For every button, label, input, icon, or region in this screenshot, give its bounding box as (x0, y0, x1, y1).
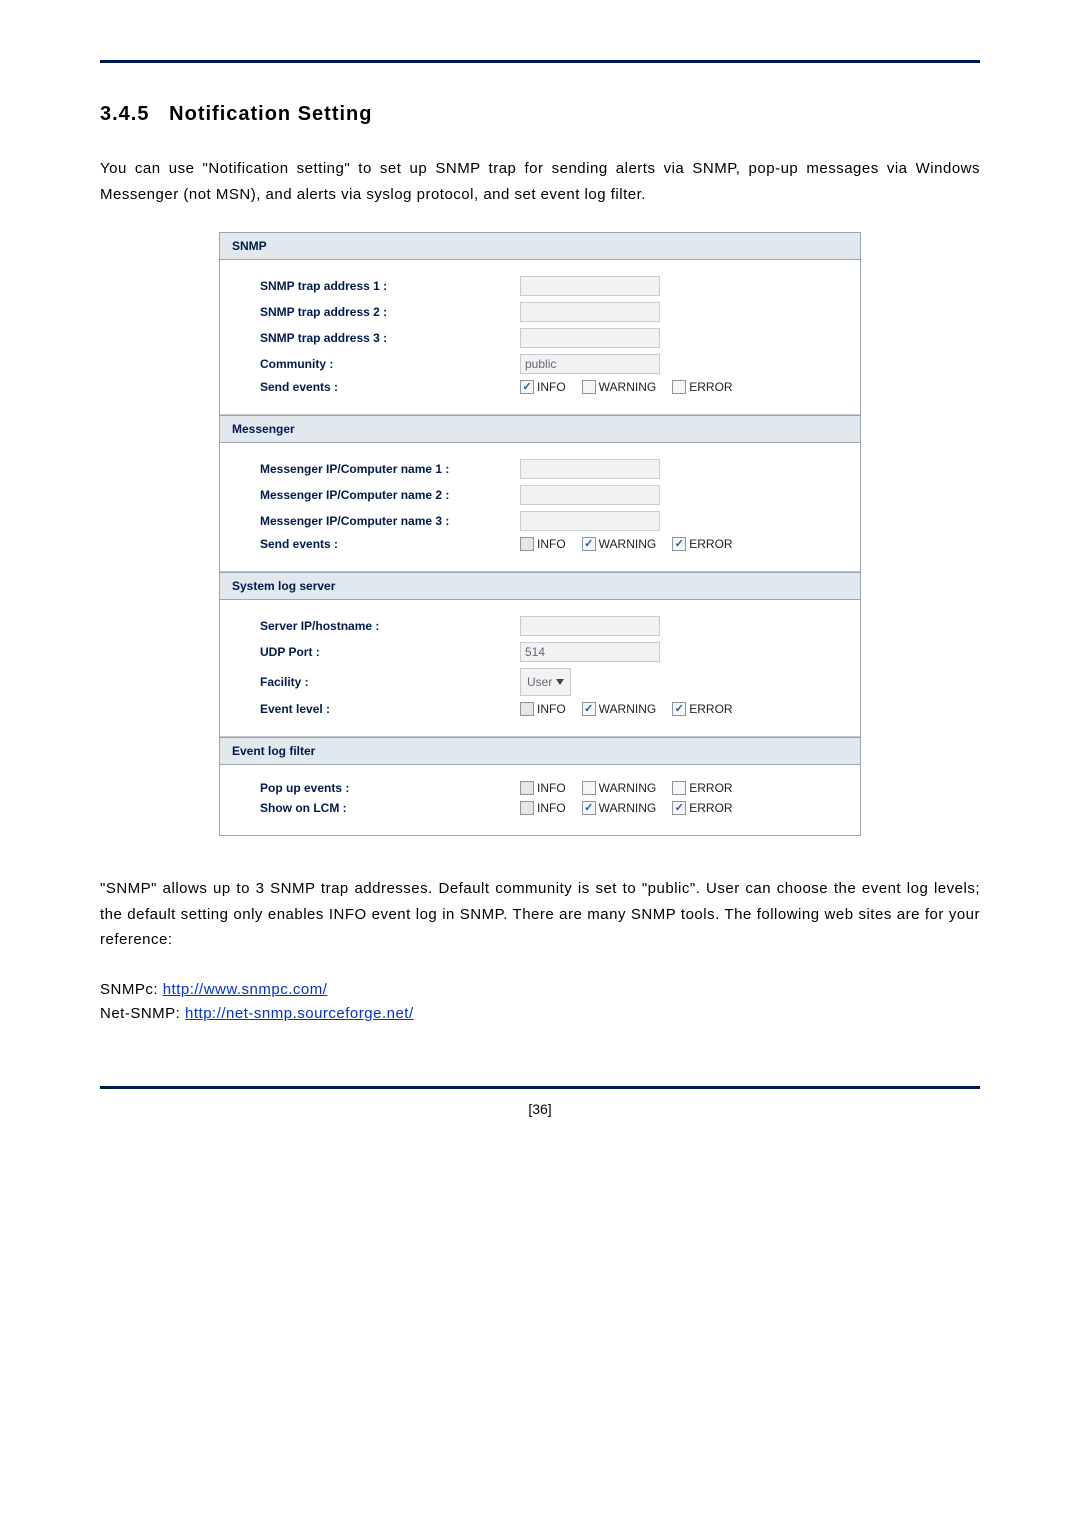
filter-lcm-row: Show on LCM : INFO WARNING ERROR (260, 801, 846, 815)
snmp-addr2-input[interactable] (520, 302, 660, 322)
syslog-port-input[interactable] (520, 642, 660, 662)
syslog-host-label: Server IP/hostname : (260, 619, 520, 633)
syslog-warn-checkbox[interactable] (582, 702, 596, 716)
syslog-event-label: Event level : (260, 702, 520, 716)
snmp-send-row: Send events : INFO WARNING ERROR (260, 380, 846, 394)
msgr-send-label: Send events : (260, 537, 520, 551)
snmp-header: SNMP (220, 233, 860, 260)
chevron-down-icon (556, 679, 564, 685)
msgr-info-checkbox[interactable] (520, 537, 534, 551)
syslog-host-row: Server IP/hostname : (260, 616, 846, 636)
snmp-addr3-label: SNMP trap address 3 : (260, 331, 520, 345)
snmp-err-checkbox[interactable] (672, 380, 686, 394)
section-heading: 3.4.5 Notification Setting (100, 103, 980, 126)
popup-info-text: INFO (537, 781, 566, 795)
snmp-info-text: INFO (537, 380, 566, 394)
syslog-body: Server IP/hostname : UDP Port : Facility… (220, 600, 860, 737)
msgr-send-row: Send events : INFO WARNING ERROR (260, 537, 846, 551)
reference-links: SNMPc: http://www.snmpc.com/ Net-SNMP: h… (100, 978, 980, 1026)
syslog-facility-value: User (527, 675, 552, 689)
messenger-header: Messenger (220, 415, 860, 443)
snmp-community-input[interactable] (520, 354, 660, 374)
lcm-err-text: ERROR (689, 801, 732, 815)
popup-info-checkbox[interactable] (520, 781, 534, 795)
filter-popup-label: Pop up events : (260, 781, 520, 795)
lcm-warn-text: WARNING (599, 801, 657, 815)
messenger-body: Messenger IP/Computer name 1 : Messenger… (220, 443, 860, 572)
lcm-info-text: INFO (537, 801, 566, 815)
outro-paragraph: "SNMP" allows up to 3 SNMP trap addresse… (100, 876, 980, 953)
msgr-ip1-input[interactable] (520, 459, 660, 479)
msgr-info-text: INFO (537, 537, 566, 551)
syslog-port-row: UDP Port : (260, 642, 846, 662)
syslog-header: System log server (220, 572, 860, 600)
syslog-err-checkbox[interactable] (672, 702, 686, 716)
snmp-community-label: Community : (260, 357, 520, 371)
snmp-warn-text: WARNING (599, 380, 657, 394)
filter-header: Event log filter (220, 737, 860, 765)
msgr-err-checkbox[interactable] (672, 537, 686, 551)
netsnmp-link[interactable]: http://net-snmp.sourceforge.net/ (185, 1005, 414, 1022)
section-title-text: Notification Setting (169, 103, 372, 125)
snmp-addr2-label: SNMP trap address 2 : (260, 305, 520, 319)
syslog-event-row: Event level : INFO WARNING ERROR (260, 702, 846, 716)
msgr-ip2-input[interactable] (520, 485, 660, 505)
top-rule (100, 60, 980, 63)
msgr-ip3-input[interactable] (520, 511, 660, 531)
bottom-rule (100, 1086, 980, 1089)
lcm-warn-checkbox[interactable] (582, 801, 596, 815)
notification-settings-panel: SNMP SNMP trap address 1 : SNMP trap add… (219, 232, 861, 836)
msgr-warn-text: WARNING (599, 537, 657, 551)
snmp-addr1-label: SNMP trap address 1 : (260, 279, 520, 293)
msgr-ip2-row: Messenger IP/Computer name 2 : (260, 485, 846, 505)
msgr-ip3-row: Messenger IP/Computer name 3 : (260, 511, 846, 531)
msgr-ip3-label: Messenger IP/Computer name 3 : (260, 514, 520, 528)
syslog-err-text: ERROR (689, 702, 732, 716)
snmp-body: SNMP trap address 1 : SNMP trap address … (220, 260, 860, 415)
popup-err-text: ERROR (689, 781, 732, 795)
intro-paragraph: You can use "Notification setting" to se… (100, 156, 980, 207)
snmp-community-row: Community : (260, 354, 846, 374)
filter-lcm-label: Show on LCM : (260, 801, 520, 815)
section-number: 3.4.5 (100, 103, 149, 125)
syslog-info-text: INFO (537, 702, 566, 716)
snmp-info-checkbox[interactable] (520, 380, 534, 394)
popup-warn-checkbox[interactable] (582, 781, 596, 795)
syslog-info-checkbox[interactable] (520, 702, 534, 716)
msgr-err-text: ERROR (689, 537, 732, 551)
snmp-err-text: ERROR (689, 380, 732, 394)
snmp-addr1-row: SNMP trap address 1 : (260, 276, 846, 296)
snmpc-link[interactable]: http://www.snmpc.com/ (163, 981, 328, 998)
snmp-addr1-input[interactable] (520, 276, 660, 296)
filter-body: Pop up events : INFO WARNING ERROR Show … (220, 765, 860, 835)
page-number: [36] (100, 1101, 980, 1157)
snmp-addr2-row: SNMP trap address 2 : (260, 302, 846, 322)
msgr-warn-checkbox[interactable] (582, 537, 596, 551)
syslog-facility-select[interactable]: User (520, 668, 571, 696)
syslog-facility-row: Facility : User (260, 668, 846, 696)
msgr-ip1-row: Messenger IP/Computer name 1 : (260, 459, 846, 479)
syslog-host-input[interactable] (520, 616, 660, 636)
syslog-facility-label: Facility : (260, 675, 520, 689)
syslog-warn-text: WARNING (599, 702, 657, 716)
syslog-port-label: UDP Port : (260, 645, 520, 659)
popup-err-checkbox[interactable] (672, 781, 686, 795)
lcm-err-checkbox[interactable] (672, 801, 686, 815)
ref1-label: SNMPc: (100, 981, 158, 998)
snmp-send-label: Send events : (260, 380, 520, 394)
lcm-info-checkbox[interactable] (520, 801, 534, 815)
msgr-ip1-label: Messenger IP/Computer name 1 : (260, 462, 520, 476)
snmp-addr3-input[interactable] (520, 328, 660, 348)
filter-popup-row: Pop up events : INFO WARNING ERROR (260, 781, 846, 795)
snmp-warn-checkbox[interactable] (582, 380, 596, 394)
snmp-addr3-row: SNMP trap address 3 : (260, 328, 846, 348)
ref2-label: Net-SNMP: (100, 1005, 180, 1022)
popup-warn-text: WARNING (599, 781, 657, 795)
msgr-ip2-label: Messenger IP/Computer name 2 : (260, 488, 520, 502)
